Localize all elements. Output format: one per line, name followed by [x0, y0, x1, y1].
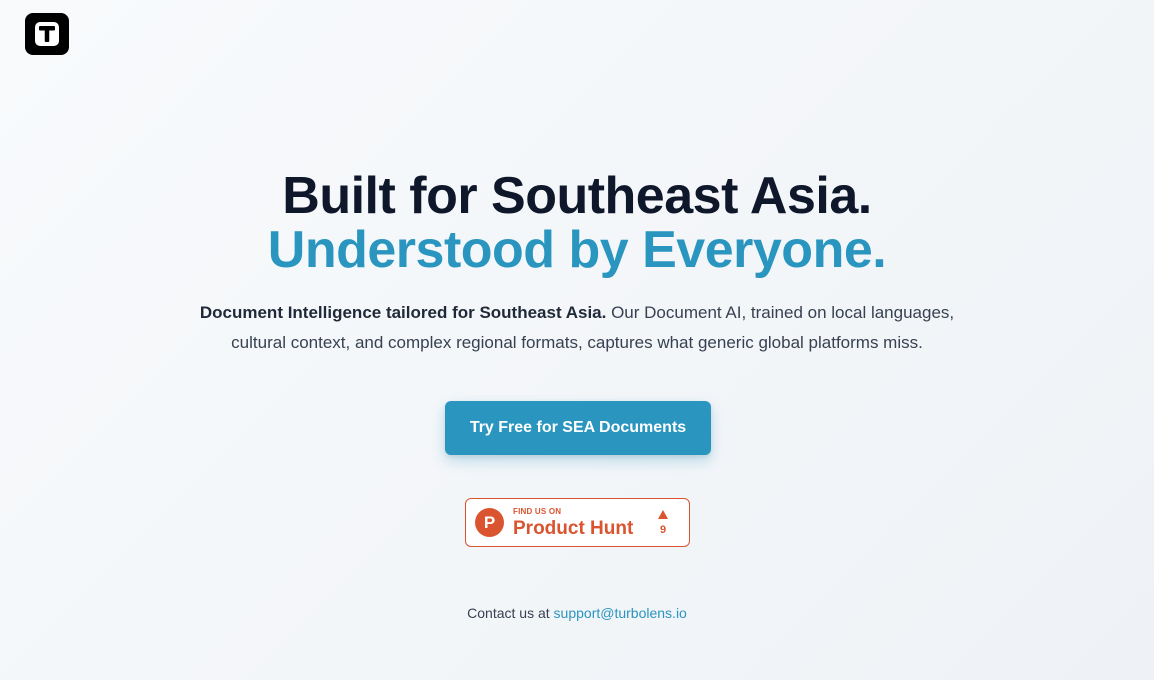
t-letter-logo-icon[interactable]	[25, 13, 69, 55]
try-free-button[interactable]: Try Free for SEA Documents	[445, 401, 711, 455]
contact-line: Contact us at support@turbolens.io	[0, 605, 1154, 621]
product-hunt-votes: 9	[658, 509, 668, 536]
upvote-count: 9	[659, 523, 667, 536]
hero-description-bold: Document Intelligence tailored for South…	[199, 303, 607, 322]
product-hunt-name: Product Hunt	[513, 517, 634, 539]
t-letter-glyph	[35, 22, 59, 46]
product-hunt-kicker: FIND US ON	[513, 506, 562, 516]
hero-section: Built for Southeast Asia. Understood by …	[0, 168, 1154, 358]
contact-prefix: Contact us at	[467, 605, 554, 621]
hero-headline: Built for Southeast Asia. Understood by …	[0, 168, 1154, 278]
headline-line-1: Built for Southeast Asia.	[282, 167, 872, 225]
product-hunt-logo-icon: P	[475, 508, 504, 537]
headline-line-2: Understood by Everyone.	[267, 221, 887, 279]
upvote-arrow-icon	[658, 509, 668, 519]
hero-description: Document Intelligence tailored for South…	[177, 298, 977, 358]
support-email-link[interactable]: support@turbolens.io	[554, 605, 687, 621]
product-hunt-badge[interactable]: P FIND US ON Product Hunt 9	[465, 498, 690, 547]
product-hunt-text: FIND US ON Product Hunt	[513, 506, 634, 539]
